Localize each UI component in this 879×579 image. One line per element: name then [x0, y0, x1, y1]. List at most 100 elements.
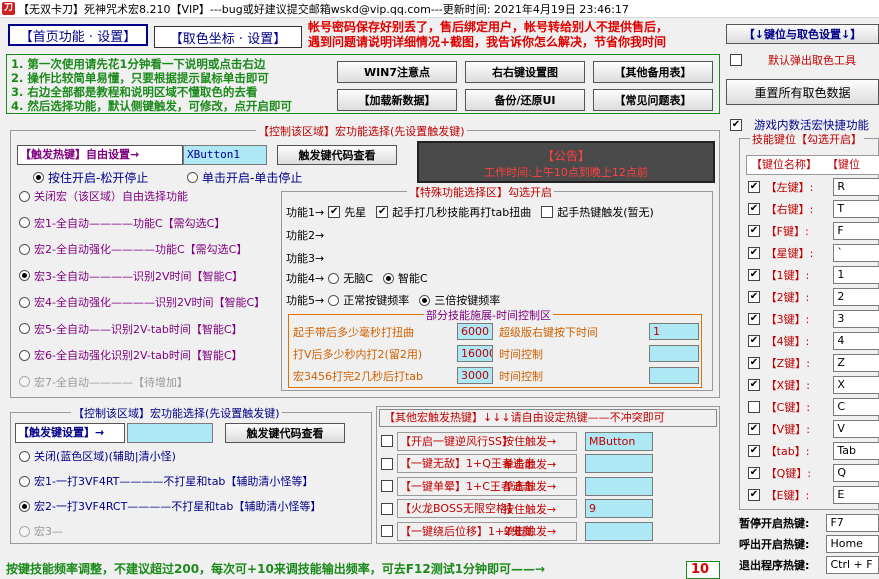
- start-hotkey-checkbox[interactable]: [541, 206, 554, 218]
- macro-radio[interactable]: [19, 296, 30, 308]
- triple-freq-radio[interactable]: [419, 294, 431, 306]
- other-hotkey-input[interactable]: [585, 476, 653, 496]
- key-row-input[interactable]: Z: [833, 353, 879, 372]
- other-hotkey-input[interactable]: MButton: [585, 431, 653, 451]
- trigger-2-input[interactable]: [127, 423, 213, 443]
- other-hotkey-input[interactable]: [585, 521, 653, 541]
- other-hotkey-checkbox[interactable]: [381, 480, 393, 492]
- first-star-checkbox[interactable]: [328, 206, 341, 218]
- macro-option[interactable]: 宏2-全自动强化————功能C【需勾选C】: [19, 240, 247, 258]
- key-row-checkbox[interactable]: [748, 400, 760, 413]
- macro-radio[interactable]: [19, 243, 30, 255]
- right-key-setup-button[interactable]: 右右键设置图: [465, 61, 585, 83]
- macro-option[interactable]: 关闭宏（该区域）自由选择功能: [19, 187, 188, 205]
- right-key-time-input[interactable]: 1: [649, 323, 699, 340]
- other-hotkey-checkbox[interactable]: [381, 457, 393, 470]
- key-row-checkbox[interactable]: [748, 180, 760, 193]
- macro-2-option[interactable]: 宏2-一打3VF4RCT————不打星和tab【辅助清小怪等】: [19, 497, 321, 515]
- other-hotkey-input[interactable]: 9: [585, 499, 653, 518]
- normal-freq-radio[interactable]: [328, 294, 340, 306]
- macro-radio[interactable]: [19, 376, 30, 387]
- key-row-input[interactable]: V: [833, 419, 879, 438]
- macro-2-radio[interactable]: [19, 475, 30, 487]
- key-row-input[interactable]: 4: [833, 331, 879, 350]
- key-row-input[interactable]: 2: [833, 287, 879, 306]
- macro-option[interactable]: 宏5-全自动——识别2V-tab时间【智能C】: [19, 320, 243, 338]
- mode-hold-radio[interactable]: [33, 172, 44, 183]
- v-to-2-delay-input[interactable]: 16000: [457, 345, 493, 362]
- key-row-checkbox[interactable]: [748, 246, 760, 259]
- macro-option[interactable]: 宏3-全自动————识别2V时间【智能C】: [19, 267, 243, 285]
- key-row-input[interactable]: E: [833, 485, 879, 504]
- key-row-input[interactable]: T: [833, 199, 879, 218]
- key-row-input[interactable]: 3: [833, 309, 879, 328]
- key-row-input[interactable]: `: [833, 243, 879, 262]
- key-row-input[interactable]: R: [833, 177, 879, 196]
- time-control-input-2[interactable]: [649, 367, 699, 384]
- other-hotkey-checkbox[interactable]: [381, 435, 393, 447]
- key-row-input[interactable]: F: [833, 221, 879, 240]
- key-row-checkbox[interactable]: [748, 488, 760, 501]
- key-row-checkbox[interactable]: [748, 334, 760, 347]
- reset-color-data-button[interactable]: 重置所有取色数据: [726, 79, 879, 105]
- macro-radio[interactable]: [19, 217, 30, 228]
- tab-home-settings[interactable]: 【首页功能 · 设置】: [8, 24, 148, 46]
- tab-delay-input[interactable]: 3000: [457, 367, 493, 384]
- other-hotkey-checkbox[interactable]: [381, 525, 393, 537]
- key-row-checkbox[interactable]: [748, 268, 760, 281]
- smart-c-radio[interactable]: [382, 272, 394, 284]
- key-row-checkbox[interactable]: [748, 444, 760, 457]
- macro-radio[interactable]: [19, 349, 30, 361]
- macro-option[interactable]: 宏6-全自动强化识别2V-tab时间【智能C】: [19, 346, 243, 364]
- trigger-2-code-view-button[interactable]: 触发键代码查看: [225, 423, 345, 443]
- keybind-color-dropdown[interactable]: 【↓键位与取色设置↓】: [726, 24, 879, 44]
- mode-click-radio[interactable]: [187, 172, 198, 183]
- macro-2-option[interactable]: 宏3—: [19, 522, 63, 540]
- win7-notes-button[interactable]: WIN7注意点: [337, 61, 457, 83]
- trigger-hotkey-input[interactable]: XButton1: [183, 145, 267, 165]
- key-row-checkbox[interactable]: [748, 466, 760, 479]
- key-row-checkbox[interactable]: [748, 422, 760, 435]
- mode-hold-option[interactable]: 按住开启-松开停止: [33, 169, 148, 186]
- trigger-code-view-button[interactable]: 触发键代码查看: [277, 145, 397, 165]
- macro-radio[interactable]: [19, 270, 30, 281]
- popup-tool-checkbox[interactable]: [730, 54, 742, 66]
- macro-2-radio[interactable]: [19, 525, 30, 537]
- key-row-checkbox[interactable]: [748, 312, 760, 325]
- other-backup-table-button[interactable]: 【其他备用表】: [593, 61, 713, 83]
- macro-2-radio[interactable]: [19, 450, 30, 462]
- macro-radio[interactable]: [19, 190, 30, 202]
- macro-option[interactable]: 宏7-全自动————【待增加】: [19, 373, 188, 391]
- popup-tool-option[interactable]: 默认弹出取色工具: [730, 52, 856, 68]
- exit-hotkey-input[interactable]: Ctrl + F: [826, 555, 879, 574]
- key-row-input[interactable]: 1: [833, 265, 879, 284]
- key-row-checkbox[interactable]: [748, 378, 760, 391]
- macro-2-option[interactable]: 关闭(蓝色区域)(辅助|清小怪): [19, 447, 176, 465]
- macro-option[interactable]: 宏1-全自动————功能C【需勾选C】: [19, 214, 225, 232]
- faq-table-button[interactable]: 【常见问题表】: [593, 89, 713, 111]
- tab-twist-checkbox[interactable]: [376, 206, 389, 218]
- mode-click-option[interactable]: 单击开启-单击停止: [187, 169, 302, 186]
- key-row-checkbox[interactable]: [748, 356, 760, 369]
- mindless-c-radio[interactable]: [328, 272, 340, 284]
- pause-hotkey-input[interactable]: F7: [826, 513, 879, 532]
- load-new-data-button[interactable]: 【加载新数据】: [337, 89, 457, 111]
- macro-radio[interactable]: [19, 323, 30, 334]
- other-hotkey-input[interactable]: [585, 454, 653, 473]
- key-row-checkbox[interactable]: [748, 224, 760, 237]
- tab-color-settings[interactable]: 【取色坐标 · 设置】: [154, 26, 302, 48]
- macro-2-option[interactable]: 宏1-一打3VF4RT————不打星和tab【辅助清小怪等】: [19, 472, 313, 490]
- twist-delay-input[interactable]: 6000: [457, 323, 493, 340]
- frequency-input[interactable]: 10: [686, 561, 720, 579]
- other-hotkey-checkbox[interactable]: [381, 502, 393, 515]
- open-hotkey-input[interactable]: Home: [826, 534, 879, 553]
- key-row-checkbox[interactable]: [748, 290, 760, 303]
- backup-restore-ui-button[interactable]: 备份/还原UI: [465, 89, 585, 111]
- key-row-input[interactable]: C: [833, 397, 879, 416]
- key-row-input[interactable]: Q: [833, 463, 879, 482]
- key-row-input[interactable]: X: [833, 375, 879, 394]
- macro-option[interactable]: 宏4-全自动强化————识别2V时间【智能C】: [19, 293, 265, 311]
- ingame-shortcut-checkbox[interactable]: [730, 119, 742, 131]
- macro-2-radio[interactable]: [19, 500, 30, 512]
- time-control-input-1[interactable]: [649, 345, 699, 362]
